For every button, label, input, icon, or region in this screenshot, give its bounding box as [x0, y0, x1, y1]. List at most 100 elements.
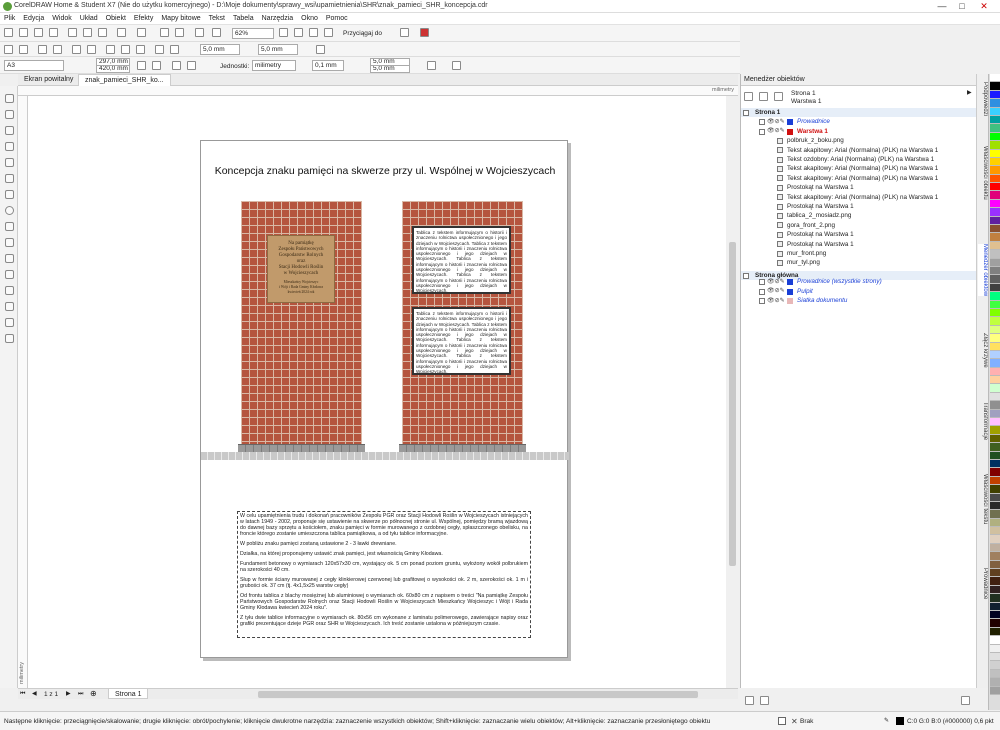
- expand-toggle-icon[interactable]: [743, 110, 749, 116]
- options-icon[interactable]: [400, 28, 409, 37]
- palette-swatch[interactable]: [990, 250, 1000, 259]
- all-pages-icon[interactable]: [172, 61, 181, 70]
- docker-tab[interactable]: Właściwości tekstu: [978, 474, 988, 524]
- previous-page-icon[interactable]: ◀: [32, 690, 37, 699]
- copy-icon[interactable]: [83, 28, 92, 37]
- palette-swatch[interactable]: [990, 107, 1000, 116]
- object-tree-row[interactable]: Prostokąt na Warstwa 1: [741, 230, 977, 239]
- palette-swatch[interactable]: [990, 359, 1000, 368]
- palette-swatch[interactable]: [990, 376, 1000, 385]
- landscape-icon[interactable]: [152, 61, 161, 70]
- palette-swatch[interactable]: [990, 216, 1000, 226]
- duplicate-y-field[interactable]: 5,0 mm: [370, 65, 410, 73]
- palette-swatch[interactable]: [990, 99, 1000, 108]
- palette-swatch[interactable]: [990, 392, 1000, 402]
- connector-tool-icon[interactable]: [5, 270, 14, 279]
- publish-pdf-icon[interactable]: [195, 28, 204, 37]
- palette-swatch[interactable]: [990, 350, 1000, 360]
- palette-swatch[interactable]: [990, 543, 1000, 553]
- horizontal-ruler[interactable]: milimetry: [18, 86, 738, 96]
- add-page-icon[interactable]: ⊕: [90, 689, 97, 698]
- palette-swatch[interactable]: [990, 552, 1000, 561]
- combine-icon[interactable]: [53, 45, 62, 54]
- show-properties-icon[interactable]: [744, 92, 753, 101]
- palette-swatch[interactable]: [990, 434, 1000, 444]
- menu-11[interactable]: Pomoc: [322, 13, 352, 25]
- grid-icon[interactable]: [309, 28, 318, 37]
- cut-icon[interactable]: [68, 28, 77, 37]
- zoom-level-select[interactable]: 62%: [232, 28, 274, 39]
- palette-swatch[interactable]: [990, 199, 1000, 209]
- docker-tab[interactable]: Transformacje: [978, 402, 988, 440]
- last-page-icon[interactable]: ⏭: [78, 690, 83, 699]
- welcome-screen-icon[interactable]: [420, 28, 429, 37]
- palette-swatch[interactable]: [990, 115, 1000, 125]
- trim-icon[interactable]: [170, 45, 179, 54]
- page-size-select[interactable]: A3: [4, 60, 64, 71]
- palette-swatch[interactable]: [990, 90, 1000, 100]
- palette-swatch[interactable]: [990, 652, 1000, 662]
- palette-swatch[interactable]: [990, 317, 1000, 326]
- horizontal-scrollbar-thumb[interactable]: [258, 691, 698, 698]
- undo-icon[interactable]: [117, 28, 126, 37]
- new-document-icon[interactable]: [4, 28, 13, 37]
- object-tree-row[interactable]: Prostokąt na Warstwa 1: [741, 183, 977, 192]
- guidelines-icon[interactable]: [324, 28, 333, 37]
- pick-tool-icon[interactable]: [5, 94, 14, 103]
- palette-swatch[interactable]: [990, 82, 1000, 91]
- layer-visibility-icon[interactable]: 👁⊘✎: [767, 298, 785, 304]
- fill-bucket-icon[interactable]: [778, 717, 786, 725]
- polygon-tool-icon[interactable]: [5, 222, 14, 231]
- rectangle-tool-icon[interactable]: [5, 190, 14, 199]
- palette-swatch[interactable]: [990, 426, 1000, 435]
- docker-tab[interactable]: Złącz krzywe: [978, 333, 988, 368]
- object-tree-row[interactable]: 👁⊘✎ Warstwa 1: [741, 127, 977, 136]
- palette-swatch[interactable]: [990, 74, 1000, 83]
- paste-icon[interactable]: [98, 28, 107, 37]
- expand-toggle-icon[interactable]: [759, 288, 765, 295]
- vertical-scrollbar-thumb[interactable]: [729, 242, 736, 566]
- object-tree-row[interactable]: 👁⊘✎ Prowadnice: [741, 117, 977, 126]
- menu-0[interactable]: Plik: [0, 13, 19, 25]
- docker-menu-arrow-icon[interactable]: ▶: [967, 89, 972, 98]
- artistic-media-tool-icon[interactable]: [5, 174, 14, 183]
- nudge-vertical-field[interactable]: 5,0 mm: [258, 44, 298, 55]
- drop-shadow-tool-icon[interactable]: [5, 286, 14, 295]
- palette-swatch[interactable]: [990, 183, 1000, 192]
- palette-swatch[interactable]: [990, 174, 1000, 184]
- description-paragraph-text[interactable]: W celu upamiętnienia trudu i dokonań pra…: [237, 511, 531, 638]
- nudge-horizontal-field[interactable]: 5,0 mm: [200, 44, 240, 55]
- vertical-ruler[interactable]: milimetry: [18, 96, 28, 688]
- menu-1[interactable]: Edycja: [19, 13, 48, 25]
- back-wall-image[interactable]: Tablica z tekstem informującym o histori…: [402, 201, 523, 452]
- menu-5[interactable]: Efekty: [130, 13, 157, 25]
- expand-toggle-icon[interactable]: [759, 298, 765, 304]
- layer-visibility-icon[interactable]: 👁⊘✎: [767, 128, 785, 134]
- first-page-icon[interactable]: ⏮: [20, 690, 25, 699]
- menu-8[interactable]: Tabela: [229, 13, 258, 25]
- palette-swatch[interactable]: [990, 418, 1000, 427]
- palette-swatch[interactable]: [990, 233, 1000, 242]
- docker-tab[interactable]: Prowadnice: [978, 568, 988, 599]
- order-front-icon[interactable]: [121, 45, 130, 54]
- maximize-button[interactable]: □: [954, 1, 970, 12]
- new-master-layer-icon[interactable]: [760, 696, 769, 705]
- tab-welcome-screen[interactable]: Ekran powitalny: [18, 74, 79, 86]
- palette-swatch[interactable]: [990, 266, 1000, 276]
- current-page-icon[interactable]: [187, 61, 196, 70]
- minimize-button[interactable]: —: [934, 1, 950, 12]
- palette-swatch[interactable]: [990, 459, 1000, 469]
- rulers-icon[interactable]: [294, 28, 303, 37]
- palette-swatch[interactable]: [990, 157, 1000, 167]
- import-icon[interactable]: [160, 28, 169, 37]
- page-tab-1[interactable]: Strona 1: [108, 688, 149, 699]
- info-panel-top[interactable]: Tablica z tekstem informującym o histori…: [412, 226, 511, 294]
- palette-swatch[interactable]: [990, 594, 1000, 603]
- palette-swatch[interactable]: [990, 141, 1000, 150]
- layer-visibility-icon[interactable]: 👁⊘✎: [767, 288, 785, 294]
- palette-swatch[interactable]: [990, 325, 1000, 335]
- menu-3[interactable]: Układ: [76, 13, 102, 25]
- palette-swatch[interactable]: [990, 334, 1000, 343]
- object-tree-row[interactable]: polbruk_z_boku.png: [741, 136, 977, 145]
- add-page-icon[interactable]: [427, 61, 436, 70]
